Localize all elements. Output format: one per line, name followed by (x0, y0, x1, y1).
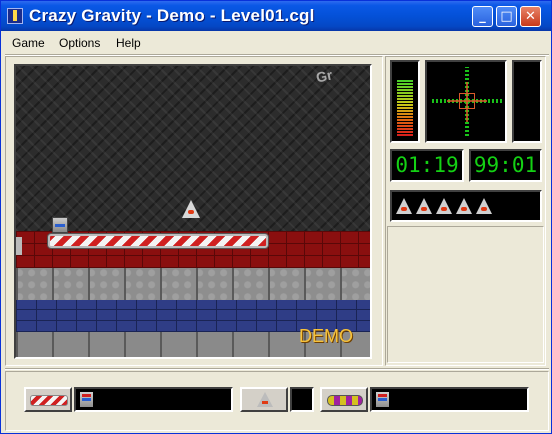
landing-pad (48, 234, 268, 248)
maximize-button[interactable]: □ (496, 6, 517, 27)
app-icon[interactable] (7, 8, 23, 24)
watermark-text: Gr (314, 66, 334, 86)
gauge-fill (397, 79, 413, 136)
pad-cargo-slot (74, 387, 233, 412)
stone-floor (16, 268, 370, 300)
game-viewport[interactable]: Gr DEMO (14, 64, 372, 359)
radar-display (425, 60, 507, 143)
ship-icon (257, 392, 273, 407)
life-ship-icon (436, 198, 452, 214)
ship-cargo-slot (290, 387, 314, 412)
radar-center-icon (459, 93, 475, 109)
landing-pad-icon (30, 395, 68, 406)
menu-game[interactable]: Game (12, 36, 45, 50)
altitude-gauge (390, 60, 420, 143)
minimize-button[interactable]: _ (472, 6, 493, 27)
life-ship-icon (476, 198, 492, 214)
close-button[interactable]: ✕ (520, 6, 541, 27)
menu-options[interactable]: Options (59, 36, 100, 50)
app-window: Crazy Gravity - Demo - Level01.cgl _ □ ✕… (0, 0, 552, 434)
cargo-icon (327, 395, 363, 406)
ship-icon (182, 200, 200, 218)
close-icon: ✕ (525, 9, 536, 24)
info-panel (387, 226, 544, 363)
cargo-button[interactable] (320, 387, 368, 412)
ship-button[interactable] (240, 387, 288, 412)
minimize-icon: _ (479, 9, 486, 24)
landing-pad-button[interactable] (24, 387, 72, 412)
wall-block (16, 237, 22, 255)
cargo-slot (370, 387, 529, 412)
fuel-canister-icon (376, 392, 389, 407)
fuel-canister-icon (80, 392, 93, 407)
life-ship-icon (396, 198, 412, 214)
lives-display (390, 190, 542, 222)
title-bar[interactable]: Crazy Gravity - Demo - Level01.cgl _ □ ✕ (1, 1, 551, 31)
bottom-divider (5, 368, 549, 370)
life-ship-icon (456, 198, 472, 214)
window-title: Crazy Gravity - Demo - Level01.cgl (29, 6, 315, 25)
demo-label: DEMO (299, 326, 353, 346)
aux-display (512, 60, 542, 143)
fuel-display: 99:01 (469, 149, 542, 182)
maximize-icon: □ (500, 9, 513, 24)
menu-help[interactable]: Help (116, 36, 141, 50)
fuel-canister-icon (52, 217, 68, 233)
life-ship-icon (416, 198, 432, 214)
menu-bar: Game Options Help (5, 34, 549, 54)
time-display: 01:19 (390, 149, 464, 182)
